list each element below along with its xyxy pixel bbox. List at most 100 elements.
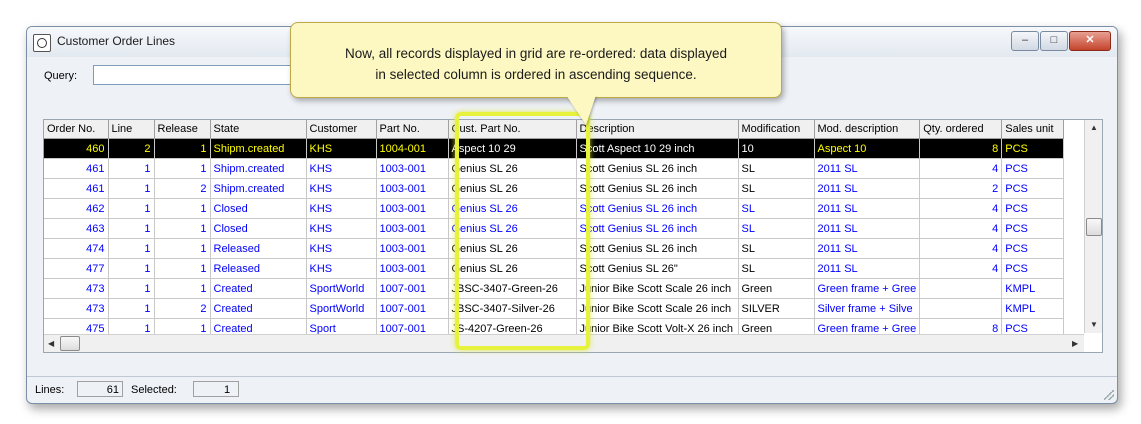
table-cell[interactable]: KHS	[306, 198, 377, 219]
table-cell[interactable]: PCS	[1001, 258, 1065, 279]
table-cell[interactable]: 4	[919, 158, 1003, 179]
table-cell[interactable]: 4	[919, 258, 1003, 279]
table-cell[interactable]: 460	[44, 138, 109, 159]
table-cell[interactable]: 2011 SL	[814, 218, 921, 239]
scroll-up-icon[interactable]: ▲	[1090, 123, 1098, 132]
table-cell[interactable]: PCS	[1001, 198, 1065, 219]
table-cell[interactable]: 2011 SL	[814, 238, 921, 259]
column-header[interactable]: Customer	[306, 120, 377, 139]
table-cell[interactable]: 1003-001	[376, 158, 449, 179]
table-cell[interactable]: Closed	[210, 198, 307, 219]
table-cell[interactable]: Shipm.created	[210, 158, 307, 179]
close-button[interactable]: ✕	[1069, 31, 1111, 51]
table-cell[interactable]: SL	[738, 218, 815, 239]
table-cell[interactable]: 1	[154, 158, 211, 179]
table-cell[interactable]: KHS	[306, 178, 377, 199]
table-cell[interactable]: PCS	[1001, 238, 1065, 259]
table-cell[interactable]: 1	[154, 138, 211, 159]
column-header[interactable]: State	[210, 120, 307, 139]
table-cell[interactable]: 473	[44, 278, 109, 299]
table-cell[interactable]: 2011 SL	[814, 178, 921, 199]
table-cell[interactable]: Green	[738, 278, 815, 299]
table-cell[interactable]: SL	[738, 238, 815, 259]
table-cell[interactable]: SL	[738, 178, 815, 199]
table-cell[interactable]: Created	[210, 278, 307, 299]
table-cell[interactable]: Scott Genius SL 26 inch	[576, 158, 739, 179]
table-cell[interactable]: PCS	[1001, 138, 1065, 159]
table-cell[interactable]: 4	[919, 238, 1003, 259]
table-cell[interactable]: 1003-001	[376, 258, 449, 279]
resize-grip-icon[interactable]	[1104, 390, 1114, 400]
table-cell[interactable]	[919, 278, 1003, 299]
table-cell[interactable]: 462	[44, 198, 109, 219]
table-cell[interactable]: Scott Genius SL 26 inch	[576, 178, 739, 199]
table-cell[interactable]: PCS	[1001, 178, 1065, 199]
column-header[interactable]: Order No.	[44, 120, 109, 139]
table-cell[interactable]: Scott Genius SL 26 inch	[576, 218, 739, 239]
minimize-button[interactable]: –	[1011, 31, 1039, 51]
table-cell[interactable]: KHS	[306, 218, 377, 239]
table-cell[interactable]: 1	[108, 298, 155, 319]
scroll-left-icon[interactable]: ◀	[48, 339, 54, 348]
table-cell[interactable]: 4	[919, 218, 1003, 239]
table-cell[interactable]: 2	[108, 138, 155, 159]
column-header[interactable]: Modification	[738, 120, 815, 139]
table-cell[interactable]: SL	[738, 198, 815, 219]
table-cell[interactable]: Scott Genius SL 26 inch	[576, 198, 739, 219]
table-cell[interactable]: 2	[154, 298, 211, 319]
table-cell[interactable]: Scott Genius SL 26 inch	[576, 238, 739, 259]
table-cell[interactable]: 2	[919, 178, 1003, 199]
table-cell[interactable]: 2011 SL	[814, 198, 921, 219]
column-header[interactable]: Sales unit	[1001, 120, 1065, 139]
table-cell[interactable]: 463	[44, 218, 109, 239]
table-cell[interactable]	[919, 298, 1003, 319]
table-cell[interactable]: PCS	[1001, 218, 1065, 239]
table-cell[interactable]: 1	[108, 158, 155, 179]
table-cell[interactable]: Shipm.created	[210, 138, 307, 159]
table-cell[interactable]: Green frame + Gree	[814, 278, 921, 299]
table-cell[interactable]: 1	[154, 218, 211, 239]
table-cell[interactable]: Junior Bike Scott Scale 26 inch	[576, 298, 739, 319]
maximize-button[interactable]: □	[1040, 31, 1068, 51]
table-cell[interactable]: 477	[44, 258, 109, 279]
table-cell[interactable]: Closed	[210, 218, 307, 239]
table-cell[interactable]: 1	[154, 198, 211, 219]
table-cell[interactable]: 474	[44, 238, 109, 259]
table-cell[interactable]: Released	[210, 238, 307, 259]
table-cell[interactable]: Released	[210, 258, 307, 279]
column-header[interactable]: Release	[154, 120, 211, 139]
table-cell[interactable]: 1003-001	[376, 238, 449, 259]
column-header[interactable]: Part No.	[376, 120, 449, 139]
table-cell[interactable]: 1007-001	[376, 298, 449, 319]
table-cell[interactable]: KHS	[306, 138, 377, 159]
table-cell[interactable]: KHS	[306, 158, 377, 179]
table-cell[interactable]: Shipm.created	[210, 178, 307, 199]
table-cell[interactable]: Scott Aspect 10 29 inch	[576, 138, 739, 159]
table-cell[interactable]: 1	[154, 258, 211, 279]
table-cell[interactable]: Scott Genius SL 26"	[576, 258, 739, 279]
column-header[interactable]: Description	[576, 120, 739, 139]
table-cell[interactable]: SportWorld	[306, 278, 377, 299]
vertical-scroll-thumb[interactable]	[1086, 218, 1102, 236]
horizontal-scroll-thumb[interactable]	[60, 336, 80, 351]
table-cell[interactable]: 2	[154, 178, 211, 199]
table-cell[interactable]: SL	[738, 258, 815, 279]
scroll-down-icon[interactable]: ▼	[1090, 320, 1098, 329]
table-cell[interactable]: 1	[108, 218, 155, 239]
table-cell[interactable]: 1	[108, 178, 155, 199]
vertical-scrollbar[interactable]: ▲ ▼	[1084, 120, 1102, 333]
table-cell[interactable]: 4	[919, 198, 1003, 219]
table-cell[interactable]: 1	[154, 278, 211, 299]
table-cell[interactable]: 8	[919, 138, 1003, 159]
table-cell[interactable]: 1	[154, 238, 211, 259]
table-cell[interactable]: 1003-001	[376, 198, 449, 219]
table-cell[interactable]: 1	[108, 258, 155, 279]
table-cell[interactable]: 1007-001	[376, 278, 449, 299]
table-cell[interactable]: 1003-001	[376, 178, 449, 199]
table-cell[interactable]: Created	[210, 298, 307, 319]
column-header[interactable]: Mod. description	[814, 120, 921, 139]
query-input[interactable]	[93, 65, 311, 85]
table-cell[interactable]: SL	[738, 158, 815, 179]
table-cell[interactable]: 2011 SL	[814, 158, 921, 179]
column-header[interactable]: Qty. ordered	[919, 120, 1003, 139]
